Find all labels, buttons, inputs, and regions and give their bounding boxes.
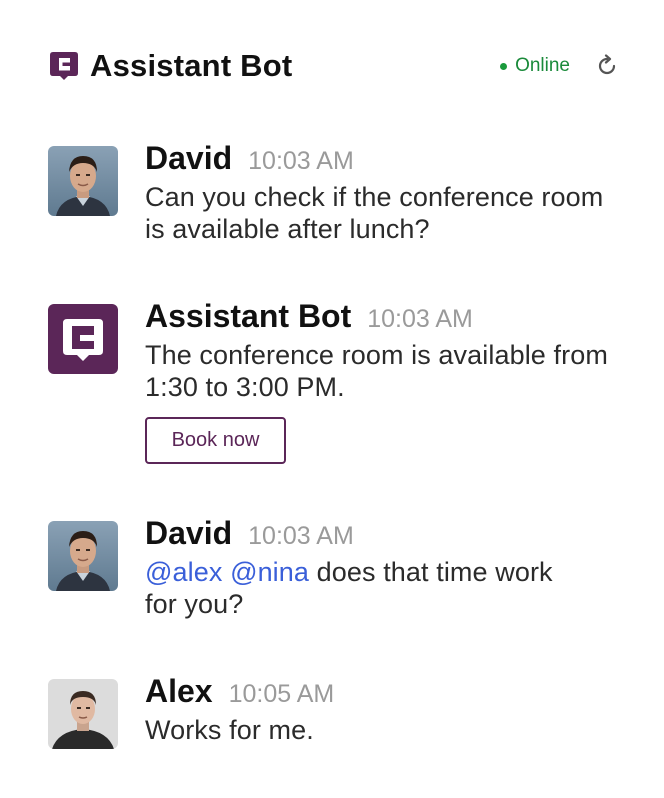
message-text: The conference room is available from 1:…	[145, 340, 608, 402]
status-text: Online	[515, 55, 570, 76]
message-text: Can you check if the conference room is …	[145, 182, 604, 244]
status-dot-icon	[500, 62, 508, 70]
author-name[interactable]: David	[145, 140, 232, 177]
refresh-button[interactable]	[594, 53, 620, 79]
message-item: Alex 10:05 AM Works for me.	[48, 673, 624, 749]
message-timestamp: 10:05 AM	[228, 680, 335, 708]
avatar-david[interactable]	[48, 521, 118, 591]
message-timestamp: 10:03 AM	[248, 522, 354, 550]
message-item: Assistant Bot 10:03 AM The conference ro…	[48, 298, 624, 464]
author-name[interactable]: Alex	[145, 673, 213, 710]
author-name[interactable]: David	[145, 515, 232, 552]
message-item: David 10:03 AM Can you check if the conf…	[48, 140, 624, 245]
author-name[interactable]: Assistant Bot	[145, 298, 351, 335]
brand: Assistant Bot	[48, 48, 292, 84]
message-text: Works for me.	[145, 715, 314, 745]
app-title: Assistant Bot	[90, 48, 293, 83]
refresh-icon	[598, 54, 616, 75]
message-text: @alex @nina does that time work for you?	[145, 556, 565, 620]
chat-header: Assistant Bot Online	[48, 44, 616, 88]
message-item: David 10:03 AM @alex @nina does that tim…	[48, 515, 624, 620]
chat-bubble-logo-icon	[48, 50, 80, 82]
avatar-assistant-bot[interactable]	[48, 304, 118, 374]
message-timestamp: 10:03 AM	[248, 147, 354, 175]
mention-link[interactable]: @nina	[230, 557, 309, 587]
message-timestamp: 10:03 AM	[367, 305, 473, 333]
avatar-alex[interactable]	[48, 679, 118, 749]
book-now-button[interactable]: Book now	[145, 417, 286, 464]
online-status: Online	[500, 55, 570, 77]
mention-link[interactable]: @alex	[145, 557, 222, 587]
avatar-david[interactable]	[48, 146, 118, 216]
